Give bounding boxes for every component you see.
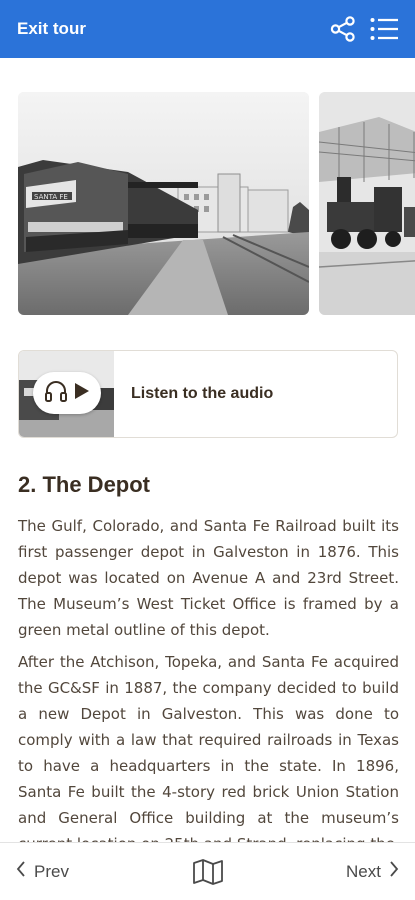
stop-title: 2. The Depot — [18, 472, 151, 497]
share-icon[interactable] — [329, 15, 357, 43]
next-label: Next — [346, 861, 381, 881]
svg-text:SANTA FE: SANTA FE — [34, 193, 68, 201]
exit-tour-button[interactable]: Exit tour — [17, 19, 86, 39]
audio-card[interactable]: Listen to the audio — [18, 350, 398, 438]
bottom-nav: Prev Next — [0, 842, 415, 900]
play-icon — [74, 382, 90, 405]
chevron-right-icon — [389, 860, 399, 883]
stop-description: The Gulf, Colorado, and Santa Fe Railroa… — [18, 513, 399, 842]
depot-train-photo[interactable]: SANTA FE — [18, 92, 309, 315]
audio-play-control[interactable] — [33, 372, 101, 414]
headphones-icon — [44, 380, 68, 407]
locomotive-shed-photo[interactable] — [319, 92, 415, 315]
list-icon[interactable] — [369, 15, 399, 43]
map-icon[interactable] — [192, 858, 224, 885]
prev-button[interactable]: Prev — [16, 860, 69, 883]
next-button[interactable]: Next — [346, 860, 399, 883]
prev-label: Prev — [34, 861, 69, 881]
chevron-left-icon — [16, 860, 26, 883]
photo-carousel[interactable]: SANTA FE — [18, 92, 415, 315]
audio-thumbnail — [19, 351, 114, 437]
top-actions — [329, 15, 399, 43]
description-paragraph: The Gulf, Colorado, and Santa Fe Railroa… — [18, 517, 399, 639]
top-bar: Exit tour — [0, 0, 415, 58]
audio-label: Listen to the audio — [131, 385, 274, 402]
description-paragraph: After the Atchison, Topeka, and Santa Fe… — [18, 653, 399, 842]
stop-content[interactable]: SANTA FE Listen to the audio 2. The Depo… — [0, 58, 415, 842]
